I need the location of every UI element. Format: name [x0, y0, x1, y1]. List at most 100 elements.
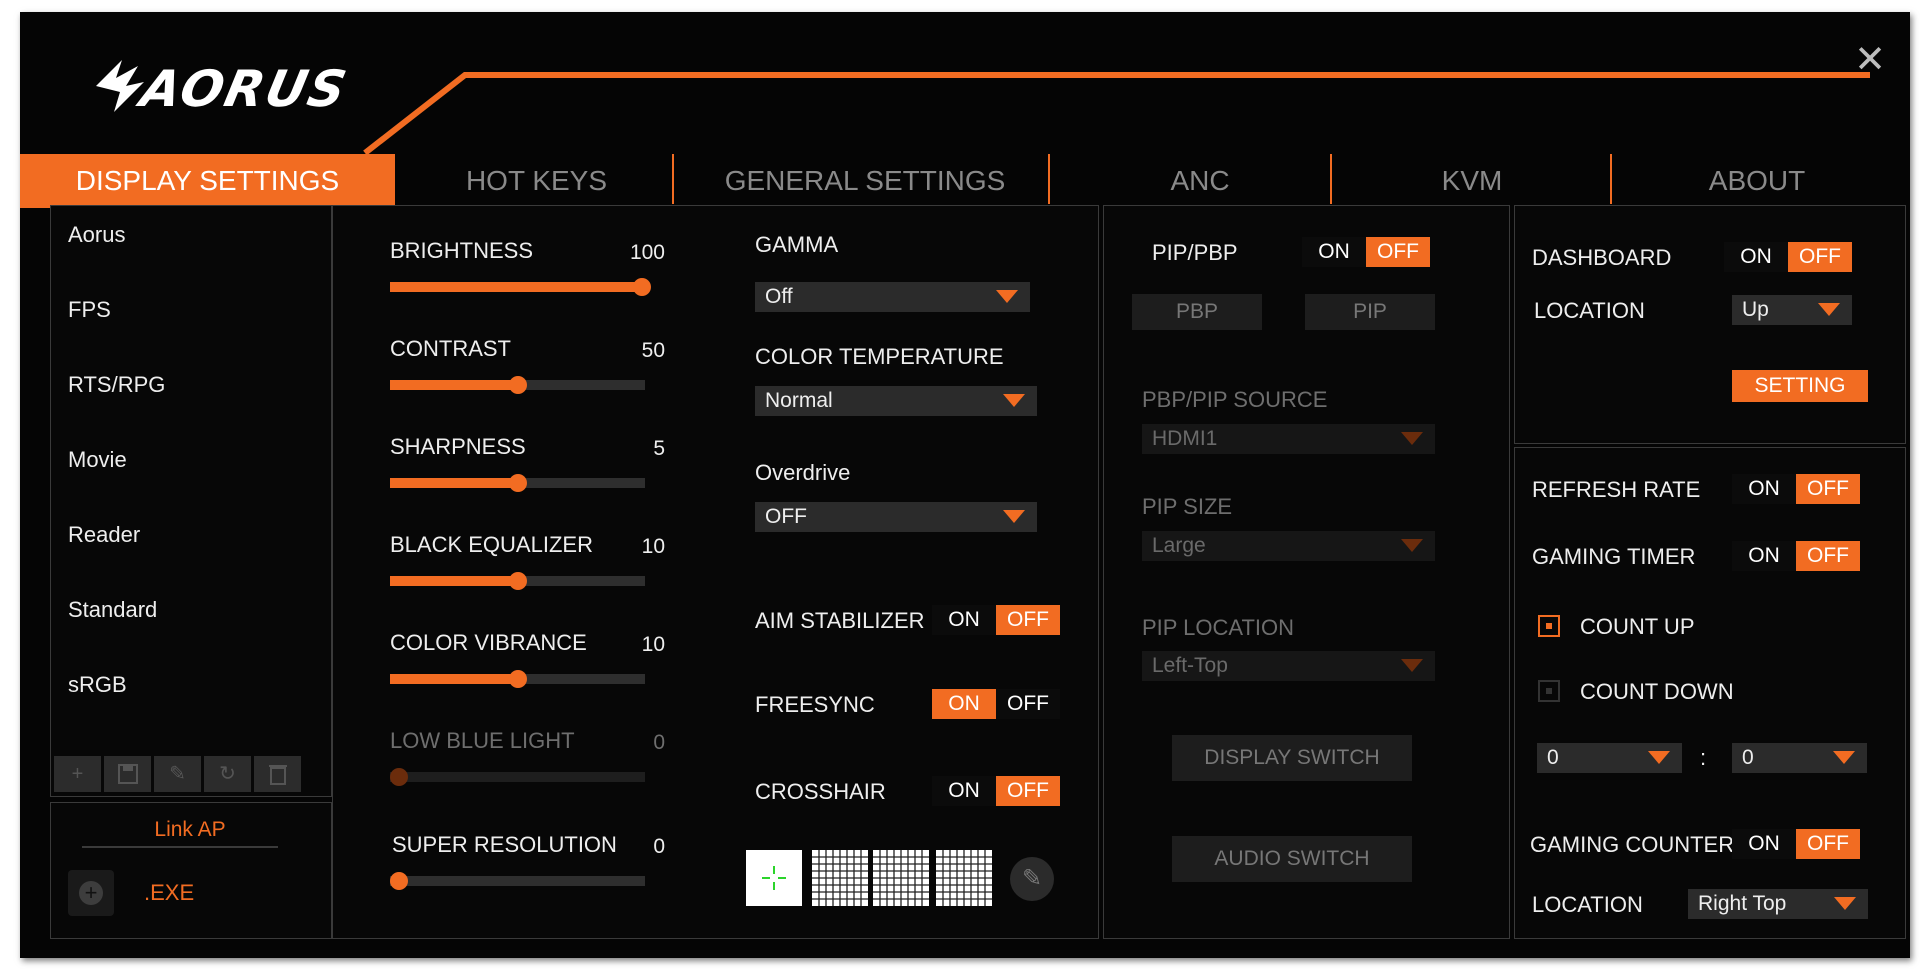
- preset-item-aorus[interactable]: Aorus: [68, 222, 125, 248]
- gaming-counter-location-value: Right Top: [1698, 892, 1787, 915]
- pip-location-value: Left-Top: [1152, 654, 1228, 677]
- link-ap-title: Link AP: [154, 818, 226, 841]
- crosshair-style-4[interactable]: [936, 850, 992, 906]
- gaming-counter-location-dropdown[interactable]: Right Top: [1688, 889, 1868, 919]
- toggle-off[interactable]: OFF: [996, 689, 1060, 719]
- add-app-button[interactable]: +: [68, 870, 114, 916]
- preset-item-srgb[interactable]: sRGB: [68, 672, 127, 698]
- save-icon[interactable]: [104, 756, 151, 792]
- pip-location-dropdown[interactable]: Left-Top: [1142, 651, 1435, 681]
- crosshair-style-2[interactable]: [812, 850, 868, 906]
- pip-size-dropdown[interactable]: Large: [1142, 531, 1435, 561]
- pencil-icon[interactable]: ✎: [154, 756, 201, 792]
- crosshair-style-1[interactable]: [746, 850, 802, 906]
- preset-item-reader[interactable]: Reader: [68, 522, 140, 548]
- pip-source-dropdown[interactable]: HDMI1: [1142, 424, 1435, 454]
- sharpness-label: SHARPNESS: [390, 434, 526, 459]
- toggle-on[interactable]: ON: [1732, 474, 1796, 504]
- preset-item-movie[interactable]: Movie: [68, 447, 127, 473]
- black-equalizer-label: BLACK EQUALIZER: [390, 532, 593, 557]
- timer-seconds-dropdown[interactable]: 0: [1732, 743, 1867, 773]
- dropdown-arrow-icon: [1401, 432, 1423, 445]
- count-down-checkbox[interactable]: [1538, 680, 1560, 702]
- tab-about[interactable]: ABOUT: [1612, 154, 1902, 208]
- toggle-on[interactable]: ON: [1732, 829, 1796, 859]
- overdrive-dropdown[interactable]: OFF: [755, 502, 1037, 532]
- gamma-label: GAMMA: [755, 232, 839, 257]
- gaming-counter-label: GAMING COUNTER: [1530, 832, 1735, 857]
- contrast-label: CONTRAST: [390, 336, 511, 361]
- toggle-on[interactable]: ON: [932, 776, 996, 806]
- low-blue-light-slider[interactable]: [390, 768, 645, 786]
- tab-kvm[interactable]: KVM: [1332, 154, 1612, 208]
- trash-icon[interactable]: [254, 756, 301, 792]
- toggle-off[interactable]: OFF: [996, 776, 1060, 806]
- dashboard-setting-button[interactable]: SETTING: [1732, 370, 1868, 402]
- freesync-toggle[interactable]: ON OFF: [932, 689, 1060, 719]
- pip-pbp-label: PIP/PBP: [1152, 240, 1238, 265]
- header-accent-line: [363, 72, 1870, 156]
- low-blue-light-value: 0: [653, 731, 665, 754]
- preset-item-rts-rpg[interactable]: RTS/RPG: [68, 372, 165, 398]
- overdrive-value: OFF: [765, 505, 807, 528]
- toggle-off[interactable]: OFF: [1366, 237, 1430, 267]
- refresh-icon[interactable]: ↻: [204, 756, 251, 792]
- edit-crosshair-pencil-icon[interactable]: ✎: [1010, 857, 1054, 901]
- overdrive-label: Overdrive: [755, 460, 851, 485]
- toggle-off[interactable]: OFF: [1796, 474, 1860, 504]
- color-vibrance-slider[interactable]: [390, 670, 645, 688]
- tab-general-settings[interactable]: GENERAL SETTINGS: [680, 154, 1050, 208]
- brightness-slider[interactable]: [390, 278, 651, 296]
- pip-pbp-toggle[interactable]: ON OFF: [1302, 237, 1430, 267]
- exe-label: .EXE: [144, 880, 195, 905]
- tab-hot-keys[interactable]: HOT KEYS: [395, 154, 678, 208]
- toggle-on[interactable]: ON: [1732, 541, 1796, 571]
- contrast-slider[interactable]: [390, 376, 645, 394]
- super-resolution-slider[interactable]: [390, 872, 645, 890]
- brightness-value: 100: [629, 241, 665, 264]
- tab-display-settings[interactable]: DISPLAY SETTINGS: [20, 154, 395, 208]
- count-up-checkbox[interactable]: [1538, 615, 1560, 637]
- display-switch-button[interactable]: DISPLAY SWITCH: [1172, 735, 1412, 781]
- crosshair-style-3[interactable]: [873, 850, 929, 906]
- pip-source-value: HDMI1: [1152, 427, 1218, 450]
- gaming-counter-toggle[interactable]: ON OFF: [1732, 829, 1860, 859]
- toggle-on[interactable]: ON: [1302, 237, 1366, 267]
- color-temperature-label: COLOR TEMPERATURE: [755, 344, 1004, 369]
- toggle-off[interactable]: OFF: [1796, 541, 1860, 571]
- refresh-rate-toggle[interactable]: ON OFF: [1732, 474, 1860, 504]
- toggle-on[interactable]: ON: [1724, 242, 1788, 272]
- dashboard-location-label: LOCATION: [1534, 298, 1645, 323]
- preset-item-fps[interactable]: FPS: [68, 297, 111, 323]
- tab-separator: [672, 154, 674, 204]
- crosshair-toggle[interactable]: ON OFF: [932, 776, 1060, 806]
- super-resolution-value: 0: [653, 835, 665, 858]
- toggle-on[interactable]: ON: [932, 689, 996, 719]
- audio-switch-button[interactable]: AUDIO SWITCH: [1172, 836, 1412, 882]
- gamma-value: Off: [765, 285, 793, 308]
- app-window: AORUS ✕ DISPLAY SETTINGS HOT KEYS GENERA…: [20, 12, 1910, 958]
- dropdown-arrow-icon: [1401, 539, 1423, 552]
- sharpness-slider[interactable]: [390, 474, 645, 492]
- dashboard-toggle[interactable]: ON OFF: [1724, 242, 1852, 272]
- toggle-on[interactable]: ON: [932, 605, 996, 635]
- dashboard-location-dropdown[interactable]: Up: [1732, 295, 1852, 325]
- black-equalizer-slider[interactable]: [390, 572, 645, 590]
- brightness-label: BRIGHTNESS: [390, 238, 534, 263]
- pbp-button[interactable]: PBP: [1132, 294, 1262, 330]
- pip-button[interactable]: PIP: [1305, 294, 1435, 330]
- plus-icon[interactable]: +: [54, 756, 101, 792]
- preset-item-standard[interactable]: Standard: [68, 597, 157, 623]
- tab-anc[interactable]: ANC: [1050, 154, 1350, 208]
- toggle-off[interactable]: OFF: [1788, 242, 1852, 272]
- color-temperature-dropdown[interactable]: Normal: [755, 386, 1037, 416]
- timer-minutes-dropdown[interactable]: 0: [1537, 743, 1682, 773]
- aim-stabilizer-label: AIM STABILIZER: [755, 608, 925, 633]
- gaming-timer-toggle[interactable]: ON OFF: [1732, 541, 1860, 571]
- dropdown-arrow-icon: [996, 290, 1018, 303]
- aim-stabilizer-toggle[interactable]: ON OFF: [932, 605, 1060, 635]
- close-icon[interactable]: ✕: [1850, 40, 1890, 80]
- toggle-off[interactable]: OFF: [996, 605, 1060, 635]
- gamma-dropdown[interactable]: Off: [755, 282, 1030, 312]
- toggle-off[interactable]: OFF: [1796, 829, 1860, 859]
